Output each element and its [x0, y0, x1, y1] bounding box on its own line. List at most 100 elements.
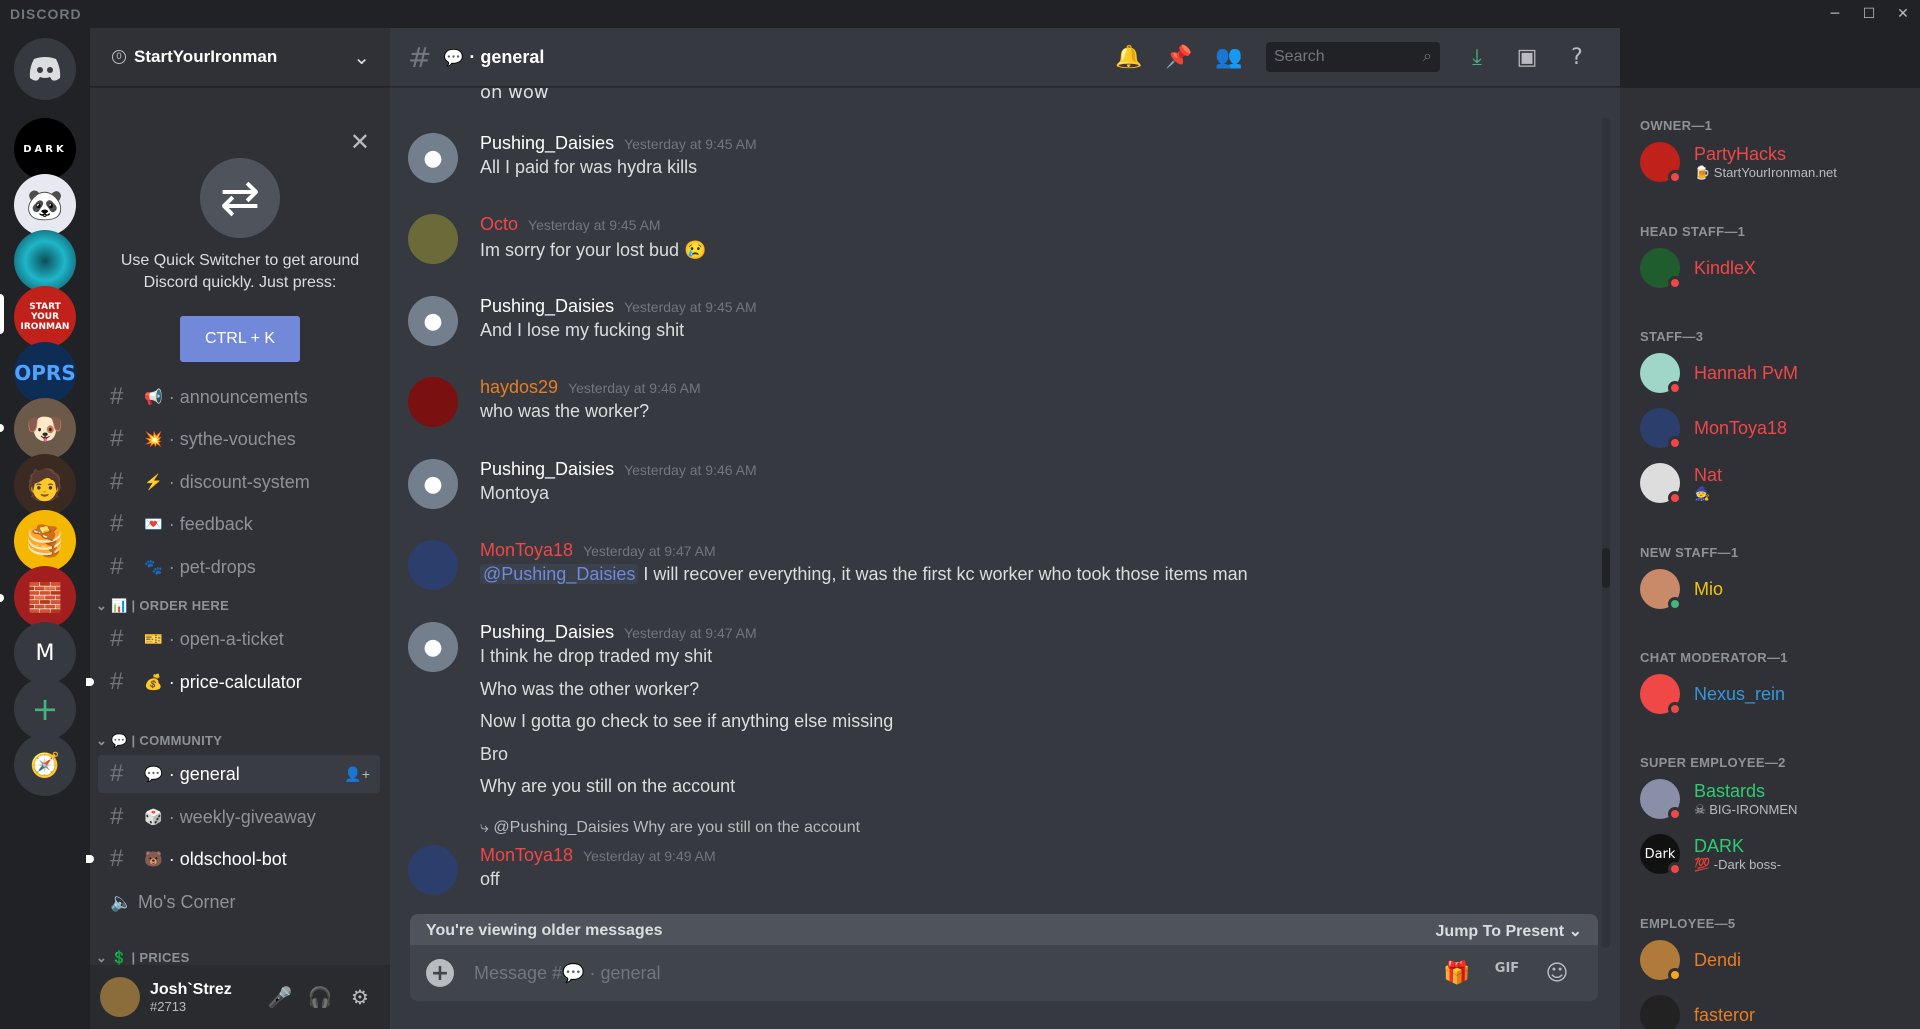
title-bar: DISCORD ─ ☐ ✕ [0, 0, 1920, 28]
home-button[interactable] [14, 38, 76, 100]
channel-emoji: 🎫 [144, 631, 163, 648]
channel-pet-drops[interactable]: # 🐾 · pet-drops [98, 548, 380, 586]
member-status: 💯 -Dark boss- [1694, 856, 1781, 872]
status-dnd-icon [1668, 170, 1682, 184]
member-item[interactable]: Dark DARK 💯 -Dark boss- [1640, 832, 1910, 876]
user-avatar[interactable] [100, 977, 140, 1017]
download-icon[interactable]: ⤓ [1452, 45, 1502, 70]
message-text: who was the worker? [480, 401, 650, 421]
member-item[interactable]: KindleX [1640, 246, 1910, 290]
guild-header[interactable]: 0 StartYourIronman ⌄ [90, 28, 390, 87]
close-window-button[interactable]: ✕ [1886, 0, 1920, 28]
scrollbar[interactable] [1602, 118, 1610, 948]
member-item[interactable]: Nat 🧙 [1640, 461, 1910, 505]
server-dark[interactable]: DARK [14, 118, 76, 180]
avatar[interactable] [408, 377, 458, 427]
maximize-button[interactable]: ☐ [1852, 0, 1886, 28]
channel-open-a-ticket[interactable]: # 🎫 · open-a-ticket [98, 620, 380, 658]
add-server-button[interactable]: + [14, 678, 76, 740]
server-oprs[interactable]: OPRS [14, 342, 76, 404]
quick-switcher-shortcut-button[interactable]: CTRL + K [180, 316, 300, 362]
reply-preview[interactable]: ⤷ @Pushing_Daisies Why are you still on … [480, 819, 860, 837]
server-m[interactable]: M [14, 622, 76, 684]
quick-switcher-close-button[interactable]: ✕ [350, 128, 370, 156]
minimize-button[interactable]: ─ [1818, 0, 1852, 28]
member-item[interactable]: MonToya18 [1640, 406, 1910, 450]
category-order-here[interactable]: ⌄ 📊 | ORDER HERE [96, 598, 229, 614]
server-startyourironman[interactable]: START YOUR IRONMAN [14, 286, 76, 348]
category-label: | COMMUNITY [131, 733, 223, 748]
author-name[interactable]: haydos29 [480, 377, 558, 397]
microphone-icon[interactable]: 🎤 [260, 985, 300, 1009]
member-item[interactable]: Hannah PvM [1640, 351, 1910, 395]
emoji-icon[interactable]: ☺ [1532, 961, 1582, 986]
avatar[interactable]: ● [408, 296, 458, 346]
add-member-icon[interactable]: 👤+ [344, 766, 370, 783]
member-item[interactable]: fasteror [1640, 993, 1910, 1029]
server-swirl[interactable] [14, 230, 76, 292]
bell-icon[interactable]: 🔔 [1104, 45, 1154, 70]
author-name[interactable]: Pushing_Daisies [480, 133, 614, 153]
headset-icon[interactable]: 🎧 [300, 985, 340, 1009]
author-name[interactable]: Octo [480, 214, 518, 234]
voice-channel-mos-corner[interactable]: 🔈 Mo's Corner [98, 883, 380, 921]
user-mention[interactable]: @Pushing_Daisies [480, 564, 639, 584]
channel-price-calculator[interactable]: # 💰 · price-calculator [98, 663, 380, 701]
channel-oldschool-bot[interactable]: # 🐻 · oldschool-bot [98, 840, 380, 878]
author-name[interactable]: Pushing_Daisies [480, 459, 614, 479]
author-name[interactable]: MonToya18 [480, 540, 573, 560]
switch-arrows-icon: ⇄ [200, 158, 280, 238]
server-dog[interactable]: 🐶 [14, 398, 76, 460]
older-notice: You're viewing older messages [426, 922, 663, 939]
gif-icon[interactable]: GIF [1482, 961, 1532, 986]
attach-button[interactable]: + [426, 959, 454, 987]
avatar[interactable]: ● [408, 133, 458, 183]
member-item[interactable]: Nexus_rein [1640, 672, 1910, 716]
search-input[interactable]: Search ⌕ [1266, 42, 1440, 72]
explore-servers-button[interactable]: 🧭 [14, 734, 76, 796]
avatar[interactable] [408, 845, 458, 895]
channel-feedback[interactable]: # 💌 · feedback [98, 505, 380, 543]
member-item[interactable]: Mio [1640, 567, 1910, 611]
avatar[interactable] [408, 540, 458, 590]
channel-weekly-giveaway[interactable]: # 🎲 · weekly-giveaway [98, 798, 380, 836]
member-name: fasteror [1694, 1004, 1756, 1025]
member-item[interactable]: Bastards ☠ BIG-IRONMEN [1640, 777, 1910, 821]
status-dnd-icon [1668, 807, 1682, 821]
server-brick[interactable]: 🧱 [14, 566, 76, 628]
jump-to-present-button[interactable]: Jump To Present ⌄ [1436, 921, 1582, 941]
channel-emoji: 🎲 [144, 809, 163, 826]
server-anime[interactable]: 🧑 [14, 454, 76, 516]
members-icon[interactable]: 👥 [1204, 45, 1254, 70]
author-name[interactable]: Pushing_Daisies [480, 622, 614, 642]
channel-sythe-vouches[interactable]: # 💥 · sythe-vouches [98, 420, 380, 458]
gear-icon[interactable]: ⚙ [340, 985, 380, 1009]
channel-general[interactable]: # 💬 · general 👤+ [98, 755, 380, 793]
avatar[interactable]: ● [408, 459, 458, 509]
inbox-icon[interactable]: ▣ [1502, 45, 1552, 70]
help-icon[interactable]: ? [1552, 45, 1602, 70]
member-item[interactable]: PartyHacks 🍺 StartYourIronman.net [1640, 140, 1910, 184]
hash-icon: # [110, 510, 124, 537]
hash-icon: # [110, 625, 124, 652]
channel-announcements[interactable]: # 📢 · announcements [98, 378, 380, 416]
status-idle-icon [1668, 968, 1682, 982]
gift-icon[interactable]: 🎁 [1432, 961, 1482, 986]
server-pancake[interactable]: 🥞 [14, 510, 76, 572]
scrollbar-thumb[interactable] [1602, 548, 1610, 588]
channel-discount-system[interactable]: # ⚡ · discount-system [98, 463, 380, 501]
avatar[interactable] [408, 214, 458, 264]
avatar [1640, 463, 1682, 505]
pin-icon[interactable]: 📌 [1154, 45, 1204, 70]
server-mascot[interactable]: 🐼 [14, 174, 76, 236]
author-name[interactable]: MonToya18 [480, 845, 573, 865]
member-item[interactable]: Dendi [1640, 938, 1910, 982]
category-prices[interactable]: ⌄ 💲 | PRICES [96, 950, 190, 966]
avatar[interactable]: ● [408, 622, 458, 672]
category-community[interactable]: ⌄ 💬 | COMMUNITY [96, 733, 222, 749]
reply-author: @Pushing_Daisies [493, 819, 629, 836]
hash-icon: # [110, 668, 124, 695]
author-name[interactable]: Pushing_Daisies [480, 296, 614, 316]
message-input[interactable]: Message #💬 · general [474, 963, 661, 984]
discord-logo-icon [29, 57, 61, 81]
